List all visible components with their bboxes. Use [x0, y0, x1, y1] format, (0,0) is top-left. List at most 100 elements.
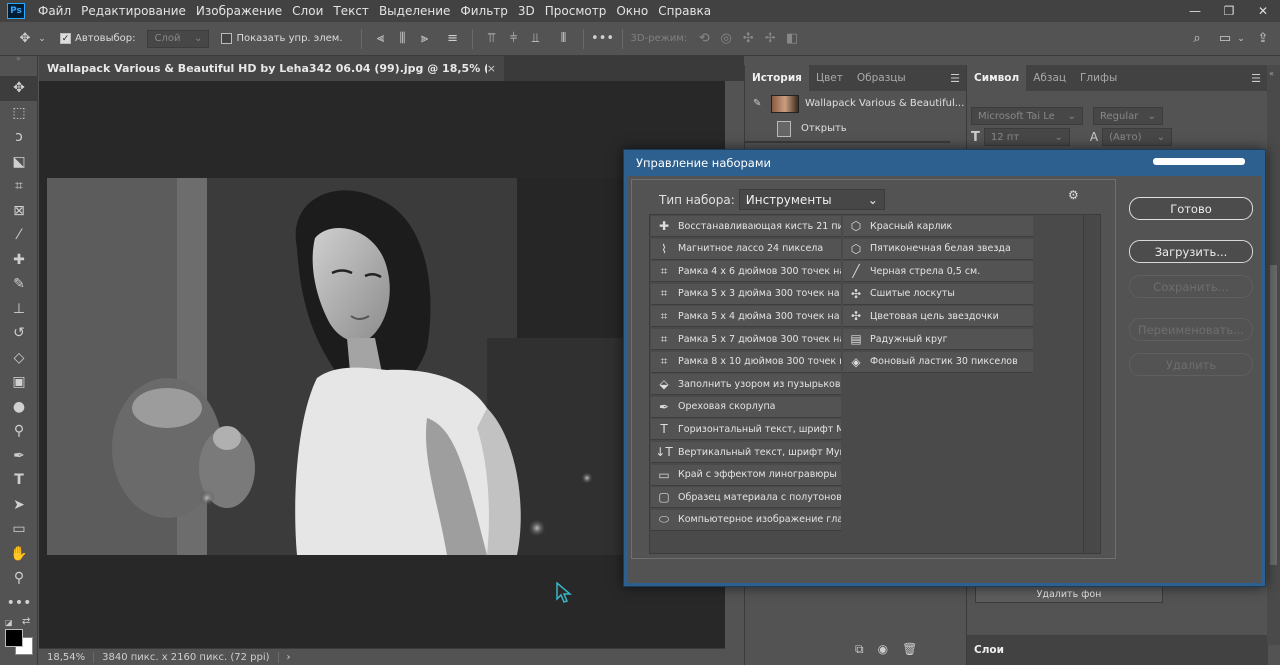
foreground-color-swatch[interactable]: [5, 629, 23, 647]
eraser-tool-icon[interactable]: ◇: [0, 346, 38, 371]
history-brush-tool-icon[interactable]: ↺: [0, 321, 38, 346]
preset-item[interactable]: ⌗ Рамка 5 x 4 дюйма 300 точек на д...: [651, 306, 841, 328]
swap-colors-icon[interactable]: ⇄: [22, 616, 30, 627]
scrollbar-thumb[interactable]: [1270, 265, 1277, 565]
align-left-icon[interactable]: ⫷: [370, 28, 392, 50]
document-tab[interactable]: Wallapack Various & Beautiful HD by Leha…: [39, 56, 504, 81]
default-colors-icon[interactable]: ◪: [5, 618, 13, 627]
3d-orbit-icon[interactable]: ⟲: [693, 28, 715, 50]
rectangle-tool-icon[interactable]: ▭: [0, 517, 38, 542]
photoshop-logo-icon[interactable]: Ps: [7, 3, 25, 19]
preset-item[interactable]: ⬡ Пятиконечная белая звезда: [843, 238, 1033, 260]
menu-filter[interactable]: Фильтр: [455, 4, 512, 18]
pen-tool-icon[interactable]: ✒: [0, 444, 38, 469]
more-options-icon[interactable]: •••: [591, 28, 614, 50]
leading-select[interactable]: (Авто) ⌄: [1102, 128, 1173, 146]
history-brush-source-icon[interactable]: ✎: [753, 98, 767, 109]
menu-type[interactable]: Текст: [328, 4, 374, 18]
lasso-tool-icon[interactable]: ↄ: [0, 125, 38, 150]
quick-select-tool-icon[interactable]: ⬕: [0, 150, 38, 175]
type-tool-icon[interactable]: T: [0, 468, 38, 493]
preset-item[interactable]: T Горизонтальный текст, шрифт My...: [651, 419, 841, 441]
preset-item[interactable]: ⌇ Магнитное лассо 24 пиксела: [651, 238, 841, 260]
close-tab-icon[interactable]: ×: [487, 62, 496, 75]
chevron-right-icon[interactable]: ›: [279, 652, 299, 663]
preset-item[interactable]: ⬭ Компьютерное изображение глаза: [651, 509, 841, 531]
healing-brush-tool-icon[interactable]: ✚: [0, 248, 38, 273]
hand-tool-icon[interactable]: ✋: [0, 542, 38, 567]
menu-file[interactable]: Файл: [33, 4, 76, 18]
new-document-from-state-icon[interactable]: ⧉: [855, 642, 864, 657]
zoom-tool-icon[interactable]: ⚲: [0, 566, 38, 591]
tab-glyphs[interactable]: Глифы: [1073, 65, 1124, 91]
preset-item[interactable]: ✚ Восстанавливающая кисть 21 пикс...: [651, 216, 841, 237]
move-tool-icon[interactable]: ✥: [14, 28, 36, 50]
delete-button[interactable]: Удалить: [1129, 353, 1253, 376]
distribute-icon[interactable]: ≡: [442, 28, 464, 50]
preset-item[interactable]: ▤ Радужный круг: [843, 329, 1033, 350]
preset-type-select[interactable]: Инструменты ⌄: [738, 189, 885, 210]
history-snapshot[interactable]: ✎ Wallapack Various & Beautiful...: [745, 91, 966, 116]
settings-gear-icon[interactable]: ⚙: [1068, 188, 1079, 202]
preset-item[interactable]: ⌗ Рамка 8 x 10 дюймов 300 точек н...: [651, 351, 841, 373]
preset-item[interactable]: ╱ Черная стрела 0,5 см.: [843, 261, 1033, 283]
autoselect-checkbox[interactable]: ✓: [60, 33, 71, 44]
chevron-down-icon[interactable]: ⌄: [1236, 28, 1246, 50]
show-controls-checkbox[interactable]: [221, 33, 233, 44]
tab-color[interactable]: Цвет: [809, 65, 850, 91]
eyedropper-tool-icon[interactable]: ⁄: [0, 223, 38, 248]
brush-tool-icon[interactable]: ✎: [0, 272, 38, 297]
preset-item[interactable]: ◈ Фоновый ластик 30 пикселов: [843, 351, 1033, 373]
panel-menu-icon[interactable]: ☰: [950, 72, 960, 85]
3d-pan-icon[interactable]: ✣: [737, 28, 759, 50]
preset-list-scrollbar[interactable]: [1083, 215, 1097, 553]
stamp-tool-icon[interactable]: ⊥: [0, 297, 38, 322]
menu-3d[interactable]: 3D: [513, 4, 540, 18]
align-center-icon[interactable]: ⫼: [392, 28, 414, 50]
tab-history[interactable]: История: [745, 65, 809, 91]
save-button[interactable]: Сохранить...: [1129, 275, 1253, 298]
menu-window[interactable]: Окно: [611, 4, 653, 18]
preset-item[interactable]: ✣ Цветовая цель звездочки: [843, 306, 1033, 328]
blur-tool-icon[interactable]: ●: [0, 395, 38, 420]
zoom-level[interactable]: 18,54%: [39, 651, 95, 663]
font-family-select[interactable]: Microsoft Tai Le ⌄: [971, 107, 1083, 125]
menu-image[interactable]: Изображение: [191, 4, 287, 18]
move-tool-icon[interactable]: ✥: [0, 76, 38, 101]
menu-select[interactable]: Выделение: [374, 4, 455, 18]
document-image[interactable]: [47, 178, 627, 555]
crop-tool-icon[interactable]: ⌗: [0, 174, 38, 199]
preset-item[interactable]: ↓T Вертикальный текст, шрифт Myria...: [651, 442, 841, 463]
share-icon[interactable]: ⇪: [1252, 28, 1274, 50]
align-bottom-icon[interactable]: ⫫: [525, 28, 547, 50]
trash-icon[interactable]: 🗑: [902, 642, 917, 657]
preset-item[interactable]: ▭ Край с эффектом линогравюры: [651, 464, 841, 486]
distribute-vertical-icon[interactable]: ⦀: [553, 28, 575, 50]
path-select-tool-icon[interactable]: ➤: [0, 493, 38, 518]
minimize-icon[interactable]: —: [1178, 0, 1212, 22]
font-size-select[interactable]: 12 пт ⌄: [983, 128, 1070, 146]
dialog-titlebar[interactable]: Управление наборами: [624, 150, 1265, 175]
preset-item[interactable]: ⬙ Заполнить узором из пузырьков: [651, 374, 841, 396]
font-style-select[interactable]: Regular ⌄: [1093, 107, 1163, 125]
frame-tool-icon[interactable]: ⊠: [0, 199, 38, 224]
tab-character[interactable]: Символ: [967, 65, 1027, 91]
preset-item[interactable]: ✒ Ореховая скорлупа: [651, 396, 841, 418]
remove-background-button[interactable]: Удалить фон: [975, 585, 1163, 603]
align-top-icon[interactable]: ⫪: [481, 28, 503, 50]
menu-edit[interactable]: Редактирование: [76, 4, 191, 18]
tab-layers[interactable]: Слои: [967, 635, 1011, 665]
search-icon[interactable]: ⌕: [1186, 28, 1208, 50]
history-step-open[interactable]: Открыть: [745, 116, 966, 141]
tab-paragraph[interactable]: Абзац: [1026, 65, 1073, 91]
restore-icon[interactable]: ❐: [1212, 0, 1246, 22]
collapse-icon[interactable]: «: [1269, 69, 1274, 78]
chevron-down-icon[interactable]: ⌄: [36, 28, 48, 50]
workspace-icon[interactable]: ▭: [1214, 28, 1236, 50]
preset-item[interactable]: ⌗ Рамка 4 x 6 дюймов 300 точек на...: [651, 261, 841, 283]
align-middle-icon[interactable]: ⫩: [503, 28, 525, 50]
3d-roll-icon[interactable]: ◎: [715, 28, 737, 50]
close-icon[interactable]: ✕: [1246, 0, 1280, 22]
align-right-icon[interactable]: ⫸: [414, 28, 436, 50]
tab-swatches[interactable]: Образцы: [850, 65, 913, 91]
